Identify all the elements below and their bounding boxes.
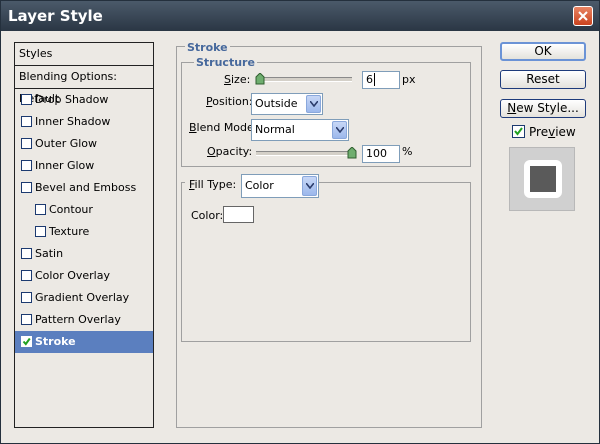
- style-item-label: Gradient Overlay: [35, 291, 130, 304]
- style-item-checkbox[interactable]: [21, 182, 32, 193]
- style-item-checkbox[interactable]: [21, 94, 32, 105]
- style-preview: [509, 147, 575, 211]
- style-item-label: Inner Glow: [35, 159, 95, 172]
- opacity-slider[interactable]: [256, 151, 352, 156]
- style-item-checkbox[interactable]: [21, 292, 32, 303]
- preview-label[interactable]: Preview: [529, 125, 576, 139]
- size-label: Size:: [224, 73, 251, 86]
- styles-list: Styles Blending Options: Default Drop Sh…: [14, 42, 154, 428]
- style-item-checkbox[interactable]: [35, 226, 46, 237]
- style-item-checkbox[interactable]: [21, 248, 32, 259]
- chevron-down-icon[interactable]: [306, 95, 321, 113]
- style-item-pattern-overlay[interactable]: Pattern Overlay: [15, 309, 153, 331]
- checkmark-icon: [22, 337, 31, 346]
- color-label: Color:: [191, 209, 224, 222]
- ok-button[interactable]: OK: [500, 42, 586, 61]
- style-item-drop-shadow[interactable]: Drop Shadow: [15, 89, 153, 111]
- checkmark-icon: [514, 127, 523, 136]
- style-item-color-overlay[interactable]: Color Overlay: [15, 265, 153, 287]
- style-item-checkbox[interactable]: [21, 270, 32, 281]
- style-item-label: Drop Shadow: [35, 93, 109, 106]
- style-item-contour[interactable]: Contour: [15, 199, 153, 221]
- reset-button[interactable]: Reset: [500, 70, 586, 89]
- style-item-label: Pattern Overlay: [35, 313, 121, 326]
- dialog-body: Styles Blending Options: Default Drop Sh…: [1, 31, 599, 443]
- position-select[interactable]: Outside: [251, 93, 323, 115]
- style-item-texture[interactable]: Texture: [15, 221, 153, 243]
- style-item-label: Stroke: [35, 335, 76, 348]
- size-slider-thumb[interactable]: [255, 73, 265, 85]
- style-item-checkbox[interactable]: [21, 160, 32, 171]
- size-slider[interactable]: [256, 77, 352, 82]
- style-item-outer-glow[interactable]: Outer Glow: [15, 133, 153, 155]
- fill-type-label: Fill Type:: [189, 178, 237, 191]
- fill-type-value: Color: [245, 179, 274, 192]
- style-item-checkbox[interactable]: [35, 204, 46, 215]
- style-item-gradient-overlay[interactable]: Gradient Overlay: [15, 287, 153, 309]
- chevron-down-icon[interactable]: [302, 176, 317, 196]
- blend-mode-select[interactable]: Normal: [251, 119, 349, 141]
- size-unit: px: [402, 73, 416, 86]
- blending-options-item[interactable]: Blending Options: Default: [15, 66, 153, 105]
- style-item-label: Bevel and Emboss: [35, 181, 137, 194]
- fill-type-select[interactable]: Color: [241, 174, 319, 198]
- style-item-satin[interactable]: Satin: [15, 243, 153, 265]
- styles-header[interactable]: Styles: [15, 43, 153, 66]
- style-item-label: Contour: [49, 203, 93, 216]
- opacity-slider-thumb[interactable]: [347, 147, 357, 159]
- style-item-label: Outer Glow: [35, 137, 98, 150]
- style-item-inner-shadow[interactable]: Inner Shadow: [15, 111, 153, 133]
- structure-group-title: Structure: [194, 56, 257, 69]
- layer-style-dialog: Layer Style Styles Blending Options: Def…: [0, 0, 600, 444]
- opacity-input[interactable]: 100: [362, 145, 400, 163]
- position-label: Position:: [206, 95, 253, 108]
- style-item-label: Texture: [49, 225, 90, 238]
- preview-thumbnail: [524, 160, 562, 198]
- style-item-label: Satin: [35, 247, 64, 260]
- style-item-label: Color Overlay: [35, 269, 110, 282]
- close-button[interactable]: [573, 6, 593, 26]
- window-title: Layer Style: [8, 7, 103, 25]
- opacity-label: Opacity:: [207, 145, 253, 158]
- chevron-down-icon[interactable]: [332, 121, 347, 139]
- style-item-checkbox[interactable]: [21, 314, 32, 325]
- style-item-inner-glow[interactable]: Inner Glow: [15, 155, 153, 177]
- preview-checkbox[interactable]: [512, 125, 525, 138]
- new-style-button[interactable]: New Style...: [500, 99, 586, 118]
- style-item-checkbox[interactable]: [21, 336, 32, 347]
- styles-header-label: Styles: [19, 47, 53, 60]
- style-item-checkbox[interactable]: [21, 116, 32, 127]
- title-bar[interactable]: Layer Style: [1, 1, 599, 31]
- size-value: 6: [366, 73, 373, 86]
- style-item-checkbox[interactable]: [21, 138, 32, 149]
- blend-mode-label: Blend Mode:: [189, 121, 258, 134]
- size-input[interactable]: 6: [362, 71, 400, 89]
- opacity-unit: %: [402, 145, 413, 158]
- close-icon: [578, 11, 588, 21]
- position-value: Outside: [255, 97, 298, 110]
- style-item-label: Inner Shadow: [35, 115, 111, 128]
- color-swatch[interactable]: [223, 206, 254, 223]
- style-item-stroke[interactable]: Stroke: [15, 331, 153, 353]
- stroke-group-title: Stroke: [185, 41, 230, 54]
- style-item-bevel-and-emboss[interactable]: Bevel and Emboss: [15, 177, 153, 199]
- blend-mode-value: Normal: [255, 123, 295, 136]
